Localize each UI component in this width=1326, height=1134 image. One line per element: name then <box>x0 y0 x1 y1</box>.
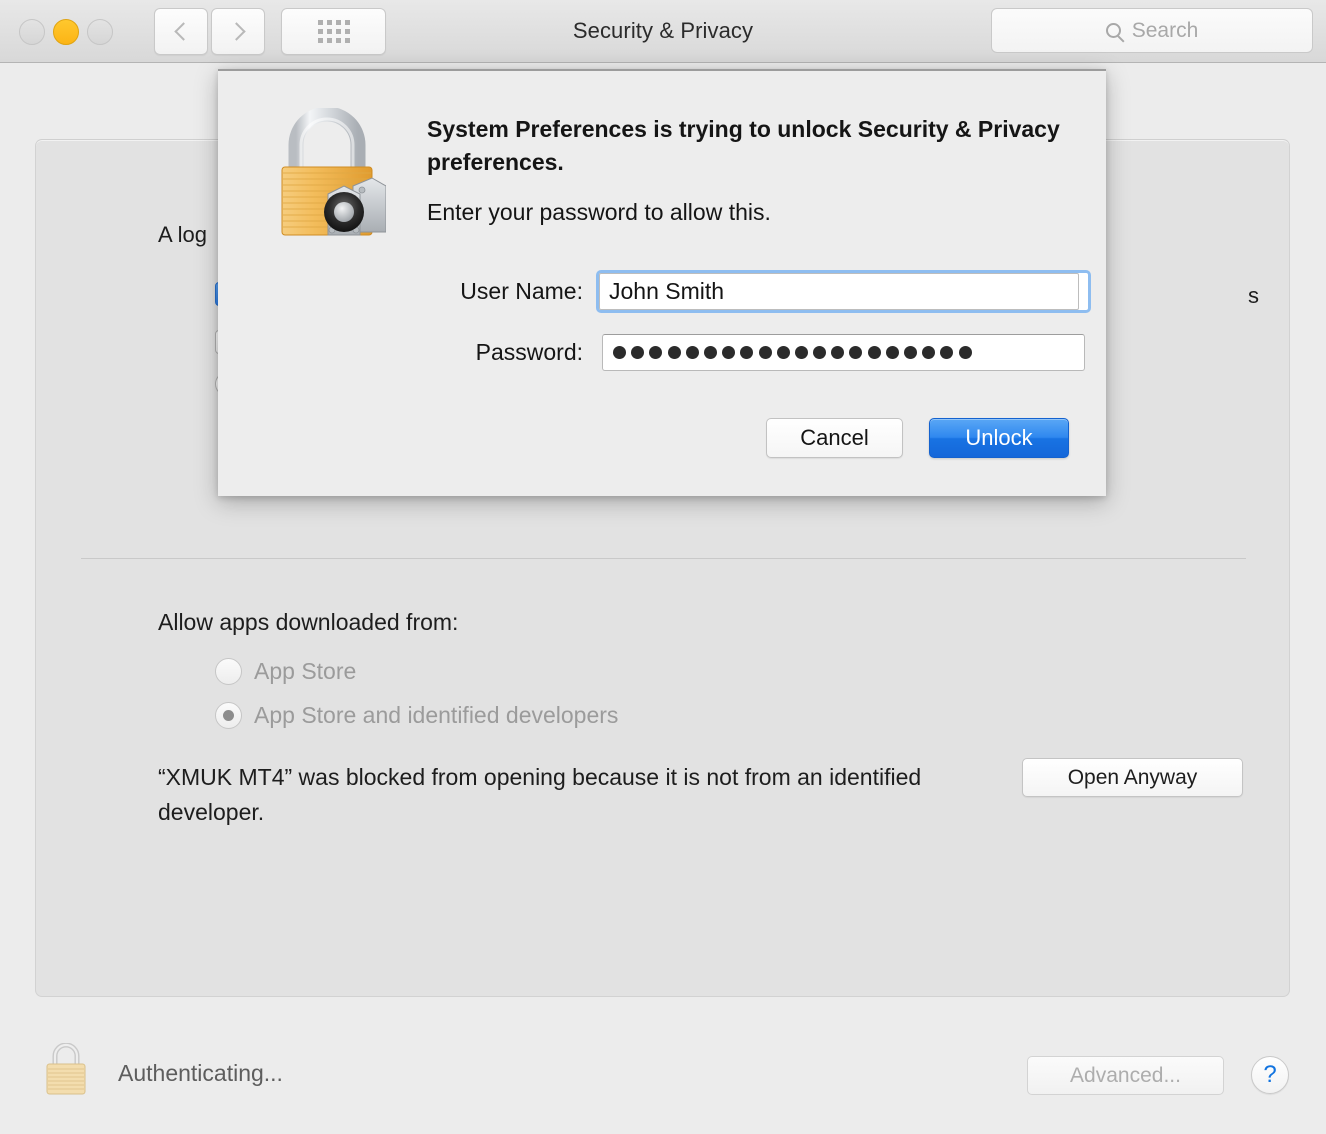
radio-label-identified-developers: App Store and identified developers <box>254 702 619 728</box>
password-label: Password: <box>475 339 583 365</box>
advanced-button[interactable]: Advanced... <box>1027 1056 1224 1095</box>
username-field-row: User Name: John Smith <box>427 270 1091 313</box>
radio-unselected-icon[interactable] <box>215 658 242 685</box>
section-divider <box>81 558 1246 559</box>
radio-label-app-store: App Store <box>254 658 357 684</box>
window-titlebar: Security & Privacy Search <box>0 0 1326 63</box>
cancel-button[interactable]: Cancel <box>766 418 903 458</box>
help-button[interactable]: ? <box>1251 1056 1289 1094</box>
sheet-subtitle: Enter your password to allow this. <box>427 199 771 225</box>
unlocked-padlock-icon[interactable] <box>43 1043 89 1095</box>
username-input[interactable]: John Smith <box>596 270 1091 313</box>
firewall-headline-fragment: A log <box>158 222 207 247</box>
open-anyway-button[interactable]: Open Anyway <box>1022 758 1243 797</box>
password-masked-value <box>613 346 972 359</box>
padlock-keychain-icon <box>281 108 386 236</box>
sheet-button-row: Cancel Unlock <box>766 418 1069 458</box>
search-input[interactable]: Search <box>991 8 1313 53</box>
search-placeholder: Search <box>1131 18 1199 42</box>
sheet-title: System Preferences is trying to unlock S… <box>427 116 1060 175</box>
unlock-button[interactable]: Unlock <box>929 418 1069 458</box>
status-text: Authenticating... <box>118 1060 283 1086</box>
allow-apps-title: Allow apps downloaded from: <box>158 609 459 635</box>
radio-option-app-store[interactable]: App Store <box>215 658 356 685</box>
radio-selected-icon[interactable] <box>215 702 242 729</box>
security-privacy-window: Security & Privacy Search A log s Allow … <box>0 0 1326 1134</box>
password-input[interactable] <box>602 334 1085 371</box>
search-icon <box>1105 23 1121 38</box>
password-field-row: Password: <box>427 334 1085 371</box>
username-value: John Smith <box>609 278 725 304</box>
background-text-tail: s <box>1248 283 1259 308</box>
radio-option-app-store-and-identified-developers[interactable]: App Store and identified developers <box>215 702 618 729</box>
blocked-app-message: “XMUK MT4” was blocked from opening beca… <box>158 764 922 825</box>
authentication-sheet: System Preferences is trying to unlock S… <box>218 69 1106 496</box>
username-label: User Name: <box>460 278 583 304</box>
